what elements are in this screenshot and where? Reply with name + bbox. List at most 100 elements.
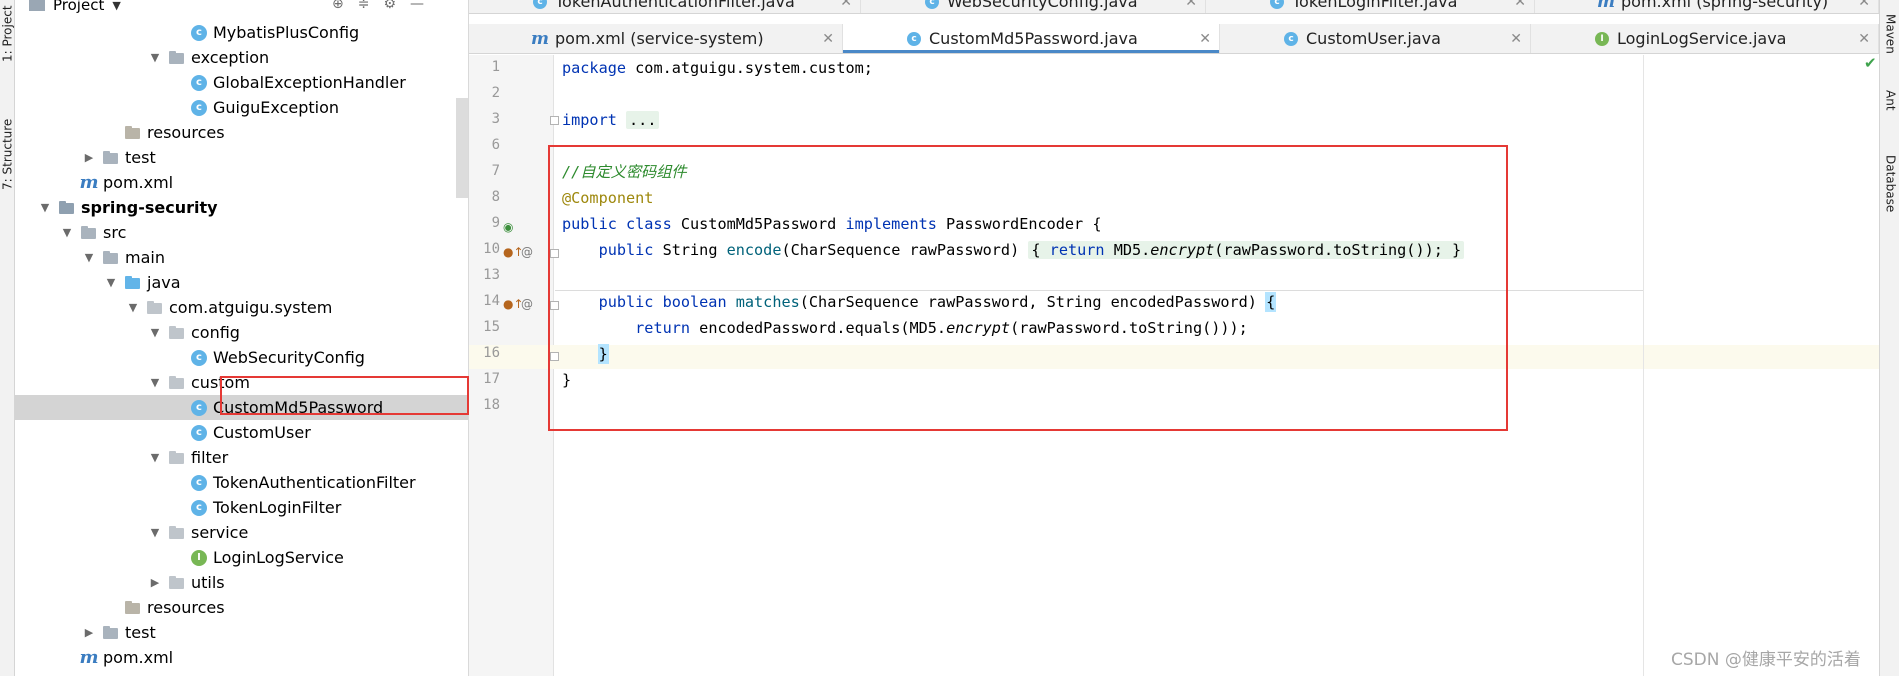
gear-icon[interactable]: ⚙ <box>383 0 396 12</box>
editor-tab[interactable]: c TokenLoginFilter.java ✕ <box>1206 0 1535 13</box>
tree-item[interactable]: c TokenAuthenticationFilter <box>15 470 468 495</box>
fold-marker[interactable] <box>550 116 559 125</box>
tree-item[interactable]: c TokenLoginFilter <box>15 495 468 520</box>
close-icon[interactable]: ✕ <box>822 31 834 47</box>
editor-tab-label: CustomUser.java <box>1306 29 1441 48</box>
tree-item[interactable]: ▼ java <box>15 270 468 295</box>
line-number: 14 <box>483 293 500 309</box>
close-icon[interactable]: ✕ <box>1858 0 1870 10</box>
tree-item-label: MybatisPlusConfig <box>213 23 360 42</box>
chevron-down-icon[interactable]: ▼ <box>147 526 163 539</box>
fold-marker[interactable] <box>550 301 559 310</box>
project-tool-tab[interactable]: 1: Project <box>0 0 15 62</box>
tree-item[interactable]: c CustomUser <box>15 420 468 445</box>
close-icon[interactable]: ✕ <box>1199 31 1211 47</box>
chevron-down-icon[interactable]: ▼ <box>103 276 119 289</box>
tree-item[interactable]: ▼ spring-security <box>15 195 468 220</box>
editor-tab[interactable]: c WebSecurityConfig.java ✕ <box>861 0 1206 13</box>
tree-item[interactable]: ▼ config <box>15 320 468 345</box>
tree-item[interactable]: ▼ com.atguigu.system <box>15 295 468 320</box>
chevron-down-icon[interactable]: ▼ <box>81 251 97 264</box>
at-icon[interactable]: @ <box>521 245 533 259</box>
close-icon[interactable]: ✕ <box>840 0 852 10</box>
tree-item[interactable]: c WebSecurityConfig <box>15 345 468 370</box>
tree-item[interactable]: ▼ main <box>15 245 468 270</box>
tree-item-label: com.atguigu.system <box>169 298 333 317</box>
close-icon[interactable]: ✕ <box>1858 31 1870 47</box>
chevron-down-icon[interactable]: ▼ <box>112 0 120 12</box>
tree-item-label: pom.xml <box>103 173 174 192</box>
chevron-down-icon[interactable]: ▼ <box>147 451 163 464</box>
ant-tool-tab[interactable]: Ant <box>1883 90 1898 130</box>
tree-scrollbar[interactable] <box>456 98 468 198</box>
package-name: com.atguigu.system.custom; <box>626 59 873 77</box>
tree-item[interactable]: m pom.xml <box>15 645 468 670</box>
collapse-icon[interactable]: ≑ <box>358 0 370 12</box>
tree-item[interactable]: resources <box>15 595 468 620</box>
tree-item[interactable]: ▼ exception <box>15 45 468 70</box>
tree-item[interactable]: ▼ custom <box>15 370 468 395</box>
line-number: 3 <box>491 111 500 127</box>
chevron-down-icon[interactable]: ▼ <box>147 376 163 389</box>
maven-tool-tab[interactable]: Maven <box>1883 14 1898 64</box>
tree-item[interactable]: c GuiguException <box>15 95 468 120</box>
line-number: 2 <box>491 85 500 101</box>
at-icon[interactable]: @ <box>521 297 533 311</box>
editor-tab[interactable]: I LoginLogService.java ✕ <box>1531 24 1879 53</box>
tree-item-label: filter <box>191 448 229 467</box>
editor-tab-label: CustomMd5Password.java <box>929 29 1138 48</box>
code-line-15: return encodedPassword.equals(MD5.encryp… <box>562 316 1248 340</box>
class-icon: c <box>191 24 207 41</box>
code-text: MD5. <box>1104 241 1151 259</box>
tree-item[interactable]: c CustomMd5Password <box>15 395 468 420</box>
tree-item[interactable]: ▶ test <box>15 620 468 645</box>
code-line-14: public boolean matches(CharSequence rawP… <box>562 290 1277 314</box>
editor-tab[interactable]: c CustomMd5Password.java ✕ <box>843 24 1220 53</box>
chevron-down-icon[interactable]: ▼ <box>59 226 75 239</box>
code-line-8: @Component <box>562 186 653 210</box>
fold-marker[interactable] <box>550 352 559 361</box>
tree-item[interactable]: c GlobalExceptionHandler <box>15 70 468 95</box>
editor-tab[interactable]: m pom.xml (spring-security) ✕ <box>1535 0 1879 13</box>
folder-icon <box>81 225 97 241</box>
close-icon[interactable]: ✕ <box>1185 0 1197 10</box>
import-fold-placeholder[interactable]: ... <box>626 111 660 129</box>
chevron-down-icon[interactable]: ▼ <box>37 201 53 214</box>
fold-marker[interactable] <box>550 249 559 258</box>
tree-item[interactable]: ▶ utils <box>15 570 468 595</box>
class-icon: c <box>191 474 207 491</box>
tree-item[interactable]: ▶ test <box>15 145 468 170</box>
maven-icon: m <box>79 647 99 668</box>
tree-item[interactable]: m pom.xml <box>15 170 468 195</box>
line-number: 6 <box>491 137 500 153</box>
close-icon[interactable]: ✕ <box>1514 0 1526 10</box>
chevron-right-icon[interactable]: ▶ <box>81 626 97 639</box>
chevron-right-icon[interactable]: ▶ <box>81 151 97 164</box>
minimize-icon[interactable]: — <box>410 0 424 12</box>
tree-item[interactable]: ▼ src <box>15 220 468 245</box>
editor-tab[interactable]: c CustomUser.java ✕ <box>1220 24 1531 53</box>
code-line-7: //自定义密码组件 <box>562 160 687 184</box>
chevron-down-icon[interactable]: ▼ <box>125 301 141 314</box>
tree-item[interactable]: c MybatisPlusConfig <box>15 20 468 45</box>
chevron-right-icon[interactable]: ▶ <box>147 576 163 589</box>
tree-item-label: CustomMd5Password <box>213 398 384 417</box>
tree-item[interactable]: resources <box>15 120 468 145</box>
locate-icon[interactable]: ⊕ <box>332 0 344 12</box>
chevron-down-icon[interactable]: ▼ <box>147 326 163 339</box>
editor-tab[interactable]: m pom.xml (service-system) ✕ <box>469 24 843 53</box>
chevron-down-icon[interactable]: ▼ <box>147 51 163 64</box>
tree-item-label: exception <box>191 48 270 67</box>
close-icon[interactable]: ✕ <box>1510 31 1522 47</box>
bean-icon[interactable]: ◉ <box>503 220 513 234</box>
tree-item[interactable]: I LoginLogService <box>15 545 468 570</box>
tree-item[interactable]: ▼ filter <box>15 445 468 470</box>
folded-method-body[interactable]: { return MD5.encrypt(rawPassword.toStrin… <box>1028 241 1465 259</box>
structure-tool-tab[interactable]: 7: Structure <box>0 100 15 190</box>
database-tool-tab[interactable]: Database <box>1883 155 1898 235</box>
editor-tab-row-main: m pom.xml (service-system) ✕ c CustomMd5Pass… <box>469 24 1879 54</box>
editor-tab[interactable]: c TokenAuthenticationFilter.java ✕ <box>469 0 861 13</box>
left-tool-strip: 1: Project 7: Structure <box>0 0 15 676</box>
tree-item[interactable]: ▼ service <box>15 520 468 545</box>
project-panel-title[interactable]: Project <box>53 0 104 14</box>
